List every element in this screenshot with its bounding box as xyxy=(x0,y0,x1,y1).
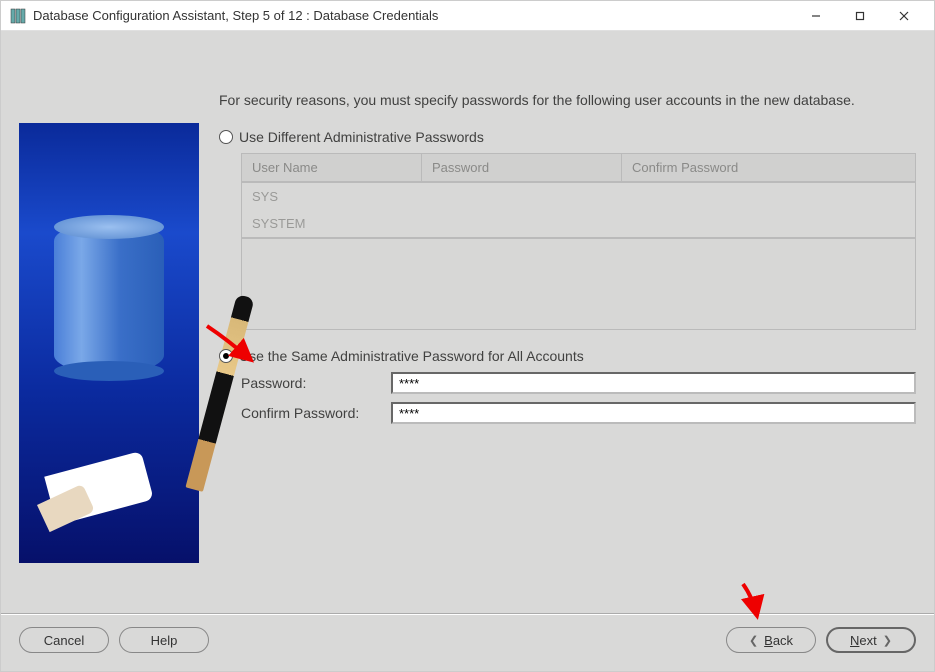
cell-password xyxy=(422,183,622,210)
chevron-left-icon: ❮ xyxy=(749,634,758,647)
chevron-right-icon: ❯ xyxy=(883,634,892,647)
password-field[interactable] xyxy=(391,372,916,394)
cell-confirm xyxy=(622,183,915,210)
grid-empty-area xyxy=(242,239,915,329)
radio-different-passwords[interactable]: Use Different Administrative Passwords xyxy=(219,129,916,145)
password-row: Password: xyxy=(241,372,916,394)
confirm-password-label: Confirm Password: xyxy=(241,405,391,421)
grid-header: User Name Password Confirm Password xyxy=(242,154,915,183)
help-button[interactable]: Help xyxy=(119,627,209,653)
radio-icon xyxy=(219,130,233,144)
maximize-button[interactable] xyxy=(838,2,882,30)
database-cylinder-icon xyxy=(54,223,164,373)
wizard-sidebar-image xyxy=(19,123,199,563)
window-body: For security reasons, you must specify p… xyxy=(1,31,934,671)
radio-different-label: Use Different Administrative Passwords xyxy=(239,129,484,145)
accounts-grid: User Name Password Confirm Password SYS … xyxy=(241,153,916,330)
col-password: Password xyxy=(422,154,622,181)
spacer xyxy=(219,627,716,653)
col-confirm: Confirm Password xyxy=(622,154,915,181)
main-area: For security reasons, you must specify p… xyxy=(1,31,934,613)
table-row: SYS xyxy=(242,183,915,210)
cell-confirm xyxy=(622,210,915,237)
minimize-button[interactable] xyxy=(794,2,838,30)
cell-user: SYS xyxy=(242,183,422,210)
app-icon xyxy=(9,7,27,25)
back-button[interactable]: ❮ Back xyxy=(726,627,816,653)
button-bar: Cancel Help ❮ Back Next ❯ xyxy=(1,613,934,671)
titlebar: Database Configuration Assistant, Step 5… xyxy=(1,1,934,31)
confirm-password-field[interactable] xyxy=(391,402,916,424)
content-panel: For security reasons, you must specify p… xyxy=(219,31,916,613)
cell-password xyxy=(422,210,622,237)
grid-body: SYS SYSTEM xyxy=(242,183,915,239)
confirm-password-row: Confirm Password: xyxy=(241,402,916,424)
window-frame: Database Configuration Assistant, Step 5… xyxy=(0,0,935,672)
window-title: Database Configuration Assistant, Step 5… xyxy=(33,8,794,23)
radio-same-label: Use the Same Administrative Password for… xyxy=(239,348,584,364)
instruction-text: For security reasons, you must specify p… xyxy=(219,91,916,109)
password-label: Password: xyxy=(241,375,391,391)
col-user: User Name xyxy=(242,154,422,181)
table-row: SYSTEM xyxy=(242,210,915,237)
titlebar-controls xyxy=(794,2,926,30)
radio-same-password[interactable]: Use the Same Administrative Password for… xyxy=(219,348,916,364)
next-button[interactable]: Next ❯ xyxy=(826,627,916,653)
close-button[interactable] xyxy=(882,2,926,30)
cell-user: SYSTEM xyxy=(242,210,422,237)
cancel-button[interactable]: Cancel xyxy=(19,627,109,653)
